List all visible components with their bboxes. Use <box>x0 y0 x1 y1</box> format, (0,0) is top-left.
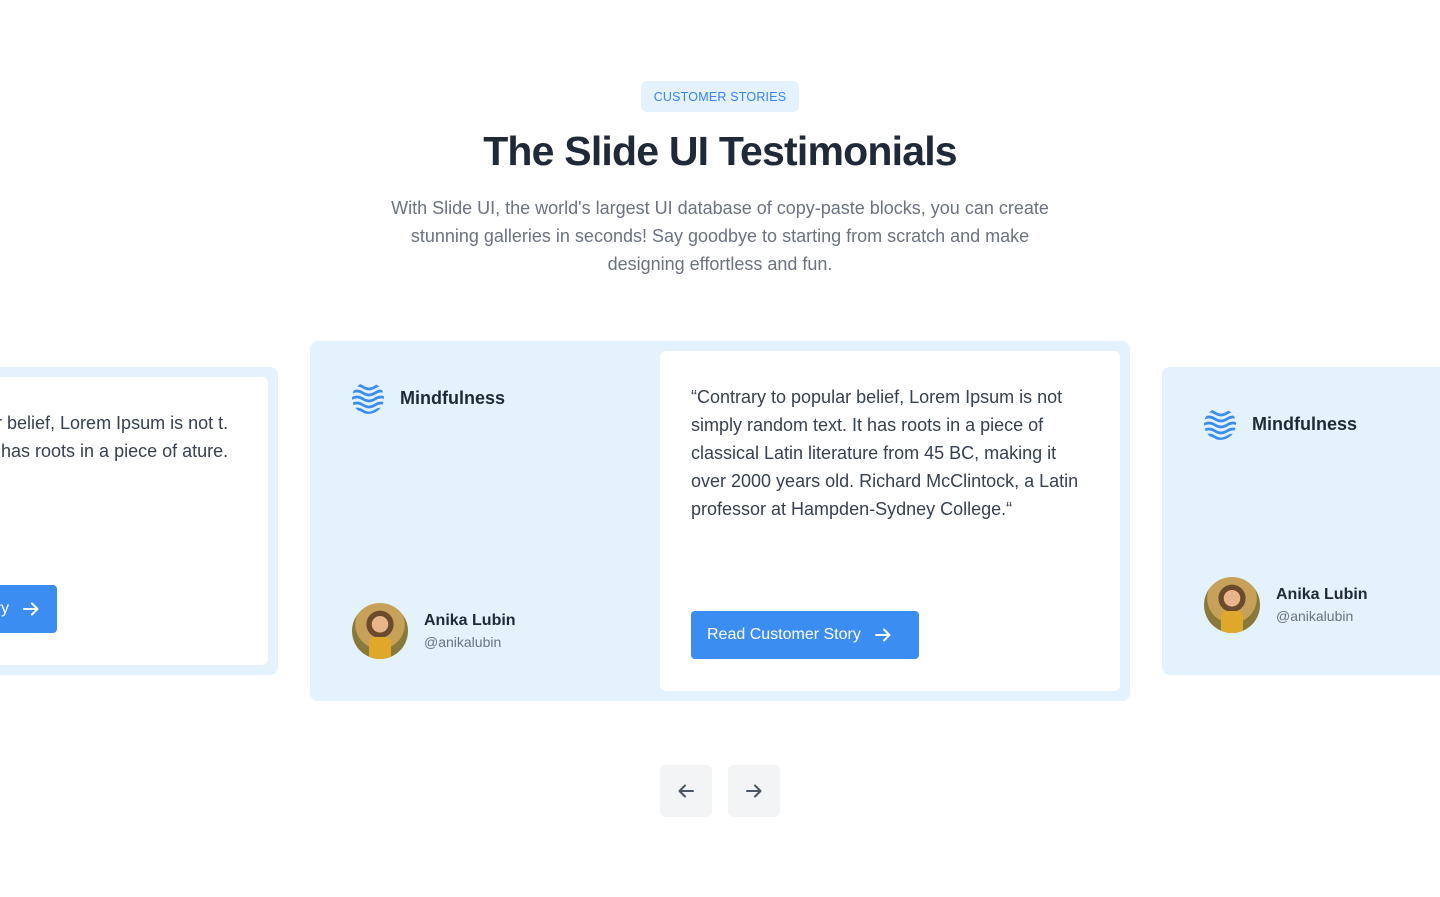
author-handle: @anikalubin <box>1276 608 1354 624</box>
waves-logo-icon <box>1204 409 1236 440</box>
quote-panel: ar belief, Lorem Ipsum is not t. It has … <box>0 377 268 665</box>
testimonial-card-left[interactable]: ar belief, Lorem Ipsum is not t. It has … <box>0 367 278 675</box>
waves-logo-icon <box>352 383 384 414</box>
read-customer-story-button[interactable]: Read Customer Story <box>691 611 919 659</box>
brand-name: Mindfulness <box>1252 413 1358 434</box>
author-handle: @anikalubin <box>424 634 502 650</box>
testimonial-quote: ar belief, Lorem Ipsum is not t. It has … <box>0 413 229 461</box>
brand: Mindfulness <box>351 381 505 415</box>
avatar <box>1204 577 1260 633</box>
arrow-right-icon <box>874 628 891 642</box>
button-label: ory <box>0 600 9 617</box>
testimonial-card-right[interactable]: Mindfulness Anika Lubin @anikalubin <box>1162 367 1440 675</box>
testimonial-quote: “Contrary to popular belief, Lorem Ipsum… <box>691 387 1079 519</box>
prev-slide-button[interactable] <box>660 765 712 817</box>
brand-name: Mindfulness <box>400 387 506 408</box>
avatar <box>352 603 408 659</box>
author: Anika Lubin @anikalubin <box>352 603 516 659</box>
testimonial-card-active[interactable]: Mindfulness Anika Lubin @anikalubin “Con… <box>310 341 1130 701</box>
section-description: With Slide UI, the world's largest UI da… <box>391 198 1049 274</box>
arrow-right-icon <box>746 784 762 798</box>
read-story-button[interactable]: ory <box>0 585 57 633</box>
author-name: Anika Lubin <box>424 612 516 629</box>
button-label: Read Customer Story <box>707 626 861 643</box>
arrow-right-icon <box>23 602 39 616</box>
quote-panel: “Contrary to popular belief, Lorem Ipsum… <box>660 351 1120 691</box>
brand: Mindfulness <box>1203 407 1357 441</box>
next-slide-button[interactable] <box>728 765 780 817</box>
author-name: Anika Lubin <box>1276 586 1368 603</box>
section-title: The Slide UI Testimonials <box>483 128 957 174</box>
author: Anika Lubin @anikalubin <box>1204 577 1368 633</box>
arrow-left-icon <box>678 784 694 798</box>
section-badge: CUSTOMER STORIES <box>641 81 799 112</box>
